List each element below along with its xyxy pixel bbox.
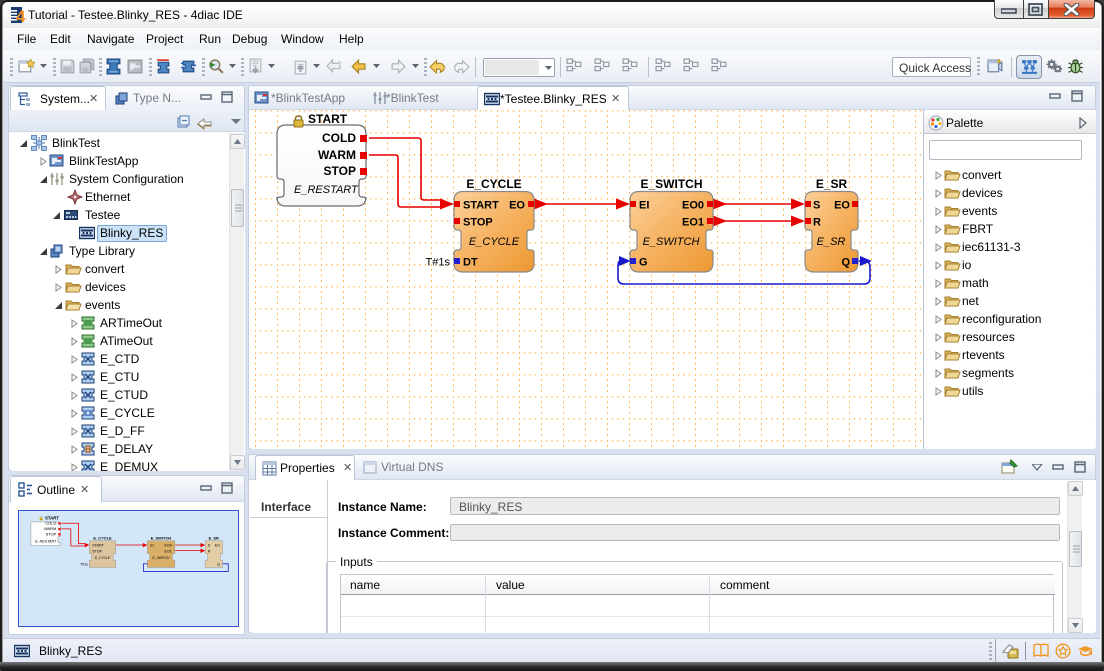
svg-text:E_RESTART: E_RESTART [35, 539, 57, 543]
svg-text:Q: Q [217, 562, 220, 566]
svg-text:EO: EO [834, 200, 850, 212]
svg-text:STOP: STOP [463, 217, 493, 229]
svg-text:START: START [463, 200, 499, 212]
svg-text:E_RESTART: E_RESTART [294, 184, 359, 196]
svg-text:E_CYCLE: E_CYCLE [466, 177, 521, 191]
svg-text:EI: EI [639, 200, 649, 212]
svg-text:T#1s: T#1s [426, 257, 451, 269]
svg-text:WARM: WARM [318, 148, 356, 162]
svg-text:START: START [308, 112, 348, 126]
svg-text:T#1s: T#1s [80, 562, 88, 566]
svg-text:E_SR: E_SR [816, 177, 848, 191]
svg-text:EO1: EO1 [682, 217, 704, 229]
svg-text:EO0: EO0 [165, 544, 172, 548]
svg-text:EO1: EO1 [165, 549, 172, 553]
svg-text:G: G [639, 257, 648, 269]
svg-text:COLD: COLD [45, 521, 56, 526]
svg-text:🔒 START: 🔒 START [39, 515, 60, 520]
svg-text:Q: Q [841, 257, 850, 269]
svg-text:E_CYCLE: E_CYCLE [93, 535, 112, 540]
svg-text:WARM: WARM [44, 526, 56, 531]
svg-text:4: 4 [16, 7, 26, 24]
svg-text:E_SR: E_SR [209, 535, 219, 540]
svg-text:STOP: STOP [46, 531, 57, 536]
svg-text:R: R [813, 217, 821, 229]
svg-text:STOP: STOP [92, 549, 102, 553]
svg-text:START: START [92, 544, 104, 548]
svg-text:E_SR: E_SR [817, 236, 846, 248]
svg-text:S: S [813, 200, 820, 212]
svg-text:E_SWITCH: E_SWITCH [640, 177, 702, 191]
svg-text:EI: EI [150, 544, 153, 548]
svg-text:E_CYCLE: E_CYCLE [95, 556, 111, 560]
svg-text:E_SWITCH: E_SWITCH [151, 535, 172, 540]
svg-text:EO: EO [509, 200, 525, 212]
svg-text:EO0: EO0 [682, 200, 704, 212]
svg-text:E_CYCLE: E_CYCLE [469, 236, 520, 248]
svg-text:R: R [208, 549, 211, 553]
svg-text:DT: DT [463, 257, 478, 269]
svg-text:E_SWITCH: E_SWITCH [643, 236, 700, 248]
svg-text:E_SWITCH: E_SWITCH [152, 556, 170, 560]
svg-text:COLD: COLD [322, 131, 356, 145]
svg-text:EO: EO [215, 544, 220, 548]
svg-text:STOP: STOP [324, 164, 356, 178]
